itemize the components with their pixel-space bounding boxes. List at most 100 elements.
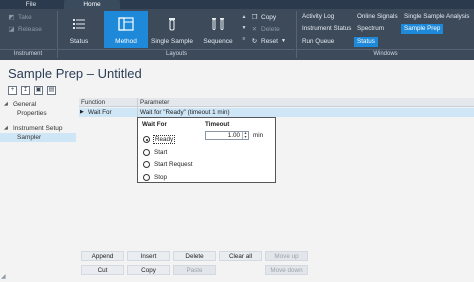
status-layout-label: Status bbox=[69, 38, 89, 45]
radio-label: Start bbox=[154, 149, 168, 156]
nav-label: Instrument Setup bbox=[13, 125, 63, 132]
copy-button[interactable]: Copy bbox=[127, 265, 170, 275]
radio-button[interactable] bbox=[143, 174, 150, 181]
resize-grip-icon[interactable]: ◢ bbox=[1, 273, 7, 280]
nav-item-general[interactable]: ◢ General bbox=[0, 100, 76, 109]
method-layout-button[interactable]: Method bbox=[104, 11, 148, 48]
timeout-value[interactable]: 1.00 bbox=[228, 132, 240, 139]
group-label-instrument: Instrument bbox=[13, 51, 43, 57]
timeout-heading: Timeout bbox=[205, 121, 230, 128]
tab-file[interactable]: File bbox=[0, 0, 62, 9]
nav-label: General bbox=[13, 101, 37, 108]
sequence-layout-button[interactable]: Sequence bbox=[198, 11, 238, 48]
append-button[interactable]: Append bbox=[81, 251, 124, 261]
window-activity-log[interactable]: Activity Log bbox=[299, 12, 337, 22]
scroll-up-icon[interactable]: ▲ bbox=[241, 12, 247, 23]
save-as-icon[interactable]: ▤ bbox=[47, 86, 56, 95]
wait-for-heading: Wait For bbox=[142, 121, 167, 128]
release-icon: ◪ bbox=[8, 26, 15, 33]
copy-layout-button[interactable]: ❐ Copy bbox=[251, 12, 277, 23]
radio-label: Stop bbox=[154, 174, 167, 181]
move-down-button[interactable]: Move down bbox=[265, 265, 308, 275]
expand-triangle-icon: ◢ bbox=[4, 125, 8, 131]
insert-button[interactable]: Insert bbox=[127, 251, 170, 261]
release-button[interactable]: ◪ Release bbox=[8, 24, 42, 35]
take-icon: ◩ bbox=[8, 14, 15, 21]
cell-parameter[interactable]: Wait for "Ready" (timeout 1 min) bbox=[140, 108, 230, 117]
delete-icon: ✕ bbox=[251, 26, 258, 33]
status-layout-button[interactable]: Status bbox=[62, 11, 96, 48]
page-title: Sample Prep – Untitled bbox=[8, 66, 142, 81]
column-divider bbox=[137, 98, 138, 117]
copy-icon: ❐ bbox=[251, 14, 258, 21]
list-icon bbox=[73, 19, 85, 29]
radio-label: Ready bbox=[152, 135, 176, 144]
vial-icon bbox=[169, 18, 175, 31]
tab-home[interactable]: Home bbox=[64, 0, 120, 9]
radio-start[interactable]: Start bbox=[143, 149, 167, 156]
delete-layout-label: Delete bbox=[261, 26, 280, 33]
timeout-unit: min bbox=[253, 132, 264, 139]
take-label: Take bbox=[18, 14, 32, 21]
radio-start-request[interactable]: Start Request bbox=[143, 161, 193, 168]
window-run-queue[interactable]: Run Queue bbox=[299, 37, 337, 47]
nav-item-sampler[interactable]: Sampler bbox=[0, 133, 76, 142]
window-online-signals[interactable]: Online Signals bbox=[354, 12, 401, 22]
move-up-button[interactable]: Move up bbox=[265, 251, 308, 261]
column-header-function[interactable]: Function bbox=[81, 98, 105, 107]
chevron-down-icon: ▼ bbox=[280, 38, 286, 44]
clear-all-button[interactable]: Clear all bbox=[219, 251, 262, 261]
release-label: Release bbox=[18, 26, 42, 33]
cut-button[interactable]: Cut bbox=[81, 265, 124, 275]
paste-button[interactable]: Paste bbox=[173, 265, 216, 275]
open-icon[interactable]: ↥ bbox=[21, 86, 30, 95]
row-pointer-icon: ▶ bbox=[80, 109, 84, 115]
copy-layout-label: Copy bbox=[261, 14, 277, 21]
gallery-expand-icon[interactable]: ≡ bbox=[241, 34, 247, 45]
window-status[interactable]: Status bbox=[354, 37, 378, 47]
radio-button[interactable] bbox=[143, 149, 150, 156]
window-instrument-status[interactable]: Instrument Status bbox=[299, 24, 354, 34]
grid-header: Function Parameter bbox=[79, 98, 474, 107]
single-sample-layout-label: Single Sample bbox=[151, 38, 193, 45]
take-button[interactable]: ◩ Take bbox=[8, 12, 32, 23]
new-icon[interactable]: + bbox=[8, 86, 17, 95]
sequence-icon bbox=[212, 18, 224, 30]
radio-label: Start Request bbox=[154, 161, 193, 168]
window-sample-prep[interactable]: Sample Prep bbox=[401, 24, 444, 34]
nav-item-properties[interactable]: Properties bbox=[0, 109, 76, 118]
spin-buttons[interactable]: ▲ ▼ bbox=[242, 131, 248, 140]
radio-ready[interactable]: Ready bbox=[143, 135, 176, 144]
wait-for-editor: Wait For Timeout Ready Start Start Reque… bbox=[137, 117, 276, 183]
scroll-down-icon[interactable]: ▼ bbox=[241, 23, 247, 34]
sequence-layout-label: Sequence bbox=[203, 38, 233, 45]
radio-stop[interactable]: Stop bbox=[143, 174, 167, 181]
window-spectrum[interactable]: Spectrum bbox=[354, 24, 387, 34]
settings-nav: ◢ General Properties ◢ Instrument Setup … bbox=[0, 98, 76, 282]
nav-item-instrument-setup[interactable]: ◢ Instrument Setup bbox=[0, 124, 76, 133]
cell-function[interactable]: Wait For bbox=[88, 108, 112, 117]
group-label-windows: Windows bbox=[373, 51, 398, 57]
single-sample-layout-button[interactable]: Single Sample bbox=[150, 11, 194, 48]
reset-layout-label: Reset bbox=[261, 38, 278, 45]
reset-icon: ↻ bbox=[251, 38, 258, 45]
delete-button[interactable]: Delete bbox=[173, 251, 216, 261]
gallery-scroll[interactable]: ▲ ▼ ≡ bbox=[241, 12, 247, 46]
window-single-sample-analysis[interactable]: Single Sample Analysis bbox=[401, 12, 472, 22]
ribbon: ◩ Take ◪ Release Instrument Status Metho… bbox=[0, 9, 474, 60]
save-icon[interactable]: ▣ bbox=[34, 86, 43, 95]
reset-layout-button[interactable]: ↻ Reset ▼ bbox=[251, 36, 286, 47]
group-label-layouts: Layouts bbox=[165, 51, 187, 57]
spin-down-icon[interactable]: ▼ bbox=[243, 135, 248, 140]
method-icon bbox=[118, 17, 134, 31]
nav-label: Sampler bbox=[17, 134, 42, 141]
delete-layout-button[interactable]: ✕ Delete bbox=[251, 24, 280, 35]
radio-button-selected[interactable] bbox=[143, 136, 150, 143]
tab-strip: File Home bbox=[0, 0, 474, 9]
table-row[interactable]: ▶ Wait For Wait for "Ready" (timeout 1 m… bbox=[79, 108, 474, 117]
column-header-parameter[interactable]: Parameter bbox=[140, 98, 169, 107]
radio-button[interactable] bbox=[143, 161, 150, 168]
nav-label: Properties bbox=[17, 110, 47, 117]
method-layout-label: Method bbox=[115, 38, 137, 45]
timeout-stepper[interactable]: 1.00 ▲ ▼ bbox=[205, 131, 249, 140]
